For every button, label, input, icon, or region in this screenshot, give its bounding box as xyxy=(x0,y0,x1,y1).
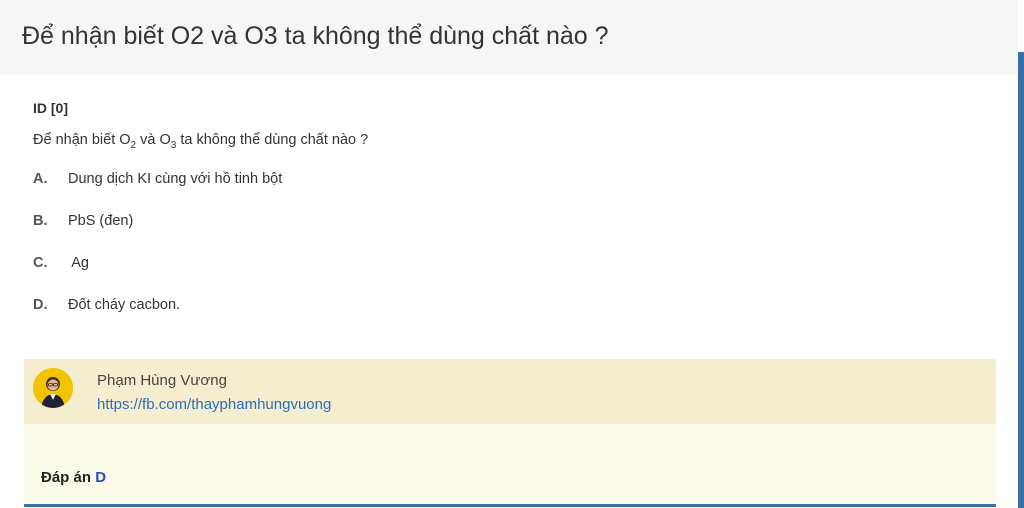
answer-value: D xyxy=(95,469,107,486)
question-text-prefix: Để nhận biết O xyxy=(33,132,131,148)
author-box: Phạm Hùng Vương https://fb.com/thayphamh… xyxy=(24,359,996,424)
question-text: Để nhận biết O2 và O3 ta không thể dùng … xyxy=(33,132,983,151)
divider xyxy=(24,504,996,507)
page-title: Để nhận biết O2 và O3 ta không thể dùng … xyxy=(22,22,609,50)
option-text: PbS (đen) xyxy=(68,212,134,229)
question-text-suffix: ta không thể dùng chất nào ? xyxy=(176,132,369,148)
answer-box: Đáp án D xyxy=(24,424,996,504)
option-a[interactable]: A. Dung dịch KI cùng với hồ tinh bột xyxy=(33,171,983,213)
question-card: ID [0] Để nhận biết O2 và O3 ta không th… xyxy=(33,100,983,339)
option-letter: A. xyxy=(33,170,48,187)
options-list: A. Dung dịch KI cùng với hồ tinh bột B. … xyxy=(33,171,983,339)
answer-label-text: Đáp án xyxy=(41,469,96,486)
page-header: Để nhận biết O2 và O3 ta không thể dùng … xyxy=(0,0,1018,75)
option-letter: D. xyxy=(33,296,48,313)
option-d[interactable]: D. Đốt cháy cacbon. xyxy=(33,297,983,339)
answer-label: Đáp án D xyxy=(41,469,106,486)
option-text: Ag xyxy=(68,254,89,271)
option-letter: B. xyxy=(33,212,48,229)
author-facebook-link[interactable]: https://fb.com/thayphamhungvuong xyxy=(97,396,331,413)
person-avatar-icon[interactable] xyxy=(33,368,73,408)
scrollbar[interactable] xyxy=(1018,52,1024,508)
question-id: ID [0] xyxy=(33,100,68,116)
option-text: Đốt cháy cacbon. xyxy=(68,296,181,313)
option-c[interactable]: C. Ag xyxy=(33,255,983,297)
option-letter: C. xyxy=(33,254,48,271)
question-text-mid: và O xyxy=(136,132,171,148)
author-name: Phạm Hùng Vương xyxy=(97,372,227,389)
option-text: Dung dịch KI cùng với hồ tinh bột xyxy=(68,170,283,187)
option-b[interactable]: B. PbS (đen) xyxy=(33,213,983,255)
